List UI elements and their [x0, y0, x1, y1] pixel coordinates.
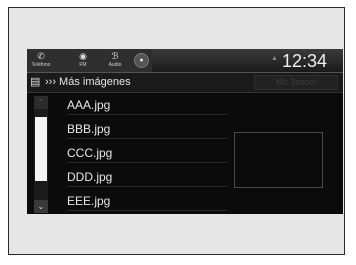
add-shortcut-button[interactable]: ● [134, 53, 149, 68]
list-header: ▤ ››› Más imágenes Mc 3ssoci [27, 73, 343, 93]
fm-label: FM [79, 62, 87, 68]
bluetooth-icon: ℬ [111, 51, 119, 61]
scroll-down-button[interactable]: ⌄ [34, 200, 48, 213]
scroll-up-button[interactable]: ⌃ [34, 96, 48, 109]
phone-shortcut[interactable]: ✆ Teléfono [31, 51, 51, 70]
fm-shortcut[interactable]: ◉ FM [73, 51, 93, 70]
image-preview [234, 132, 323, 188]
list-item[interactable]: EEE.jpg [67, 191, 227, 211]
scrollbar-thumb[interactable] [35, 117, 47, 181]
breadcrumb-arrows-icon: ››› [45, 76, 60, 88]
audio-label: Audio [108, 62, 122, 68]
list-item[interactable]: AAA.jpg [67, 95, 227, 115]
radio-icon: ◉ [79, 51, 87, 61]
audio-shortcut[interactable]: ℬ Audio [105, 51, 125, 70]
phone-label: Teléfono [31, 62, 51, 68]
back-to-more-images[interactable]: ››› Más imágenes [45, 76, 131, 89]
phone-icon: ✆ [37, 51, 45, 61]
header-action-button[interactable]: Mc 3ssoci [254, 75, 338, 90]
signal-icon: ▲ [271, 55, 278, 62]
clock: 12:34 [282, 51, 328, 71]
circle-icon: ● [139, 57, 144, 64]
image-folder-icon: ▤ [30, 76, 41, 88]
page-title: Más imágenes [59, 76, 131, 88]
list-item[interactable]: CCC.jpg [67, 143, 227, 163]
chevron-up-icon: ⌃ [37, 98, 45, 107]
chevron-down-icon: ⌄ [37, 202, 45, 211]
infotainment-screen: ✆ Teléfono ◉ FM ℬ Audio ● ▲ 12:34 ▤ ››› … [27, 49, 343, 214]
status-bar: ✆ Teléfono ◉ FM ℬ Audio ● ▲ 12:34 [27, 49, 343, 73]
list-item[interactable]: BBB.jpg [67, 119, 227, 139]
list-item[interactable]: DDD.jpg [67, 167, 227, 187]
